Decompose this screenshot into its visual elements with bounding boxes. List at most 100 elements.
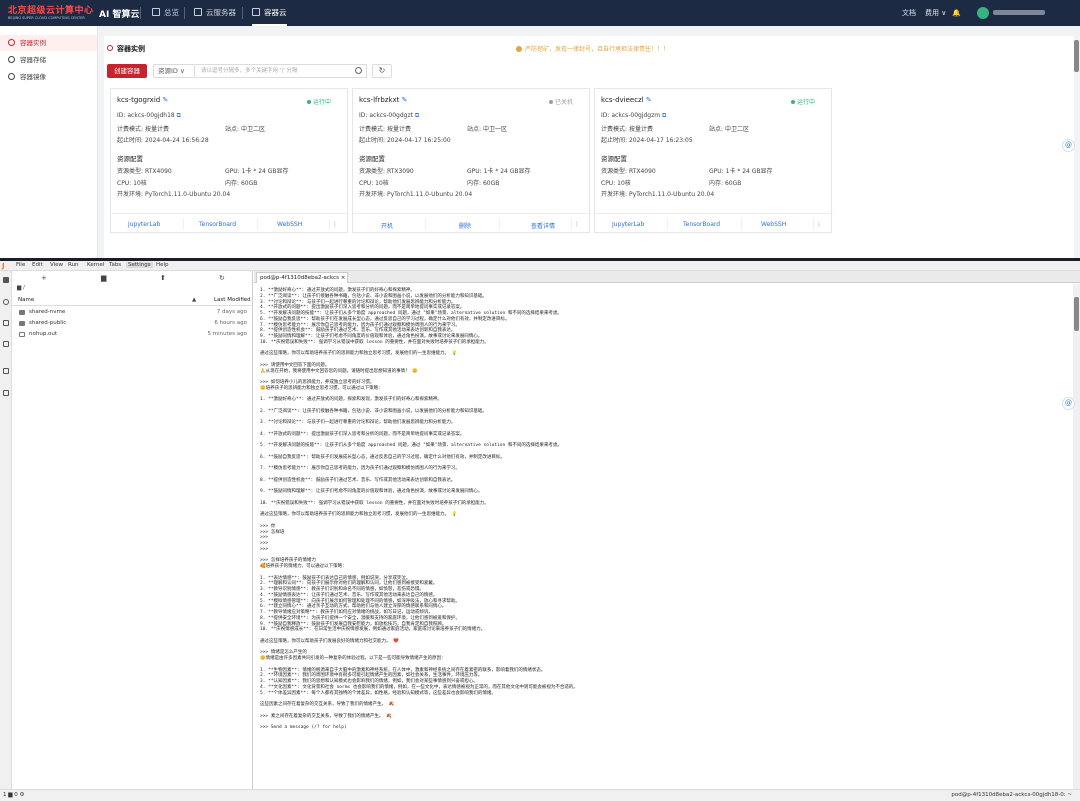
menu-view[interactable]: View [50,262,63,268]
copy-icon[interactable]: ⧉ [415,112,419,119]
divider [741,219,742,229]
extension-icon[interactable] [3,390,9,396]
running-icon[interactable] [3,299,9,305]
nav-overview[interactable]: 总览 [152,0,179,26]
tab-terminal[interactable]: pod@p-4f1310d8eba2-ackcs × [256,272,348,283]
terminal-scrollbar[interactable] [1073,284,1080,789]
new-folder-icon[interactable]: ▆ [101,274,106,282]
scrollbar-thumb[interactable] [1074,297,1079,331]
terminal-line: 🥰培养孩子的情绪力，可以通过以下策略： [260,564,347,569]
terminal-line: 10. **庆祝错误和失败**: 强调学习从错误中获取 lesson 的重要性，… [260,339,489,345]
gpu: GPU: 1卡 * 24 GB显存 [225,168,289,175]
refresh-button[interactable]: ↻ [372,64,392,78]
list-item[interactable]: shared-public 6 hours ago [12,319,253,329]
memory: 内存: 60GB [225,180,258,187]
refresh-icon[interactable]: ↻ [219,274,225,282]
assistant-float-icon[interactable]: @ [1062,397,1075,410]
copy-icon[interactable]: ⧉ [662,112,666,119]
sidebar-item-container-image[interactable]: 容器镜像 [0,69,97,85]
edit-icon[interactable]: ✎ [162,96,168,104]
instance-card: kcs-tgogrxid ✎ 运行中 ID: ackcs-00gjdh18 ⧉ … [110,88,349,234]
menu-kernel[interactable]: Kernel [87,262,104,268]
terminal-line: 10. **庆祝情感成长**: 在日常生活中庆祝情感发展，例如通过家庭活动，家庭… [260,627,486,633]
status-dot [791,100,795,104]
view-details-button[interactable]: 查看详情 [531,221,555,230]
page-scrollbar[interactable] [1074,40,1079,72]
sidebar-item-container-storage[interactable]: 容器存储 [0,52,97,68]
more-icon[interactable]: ⋮ [332,221,338,228]
menu-help[interactable]: Help [156,262,169,268]
chevron-down-icon: ∨ [180,67,185,75]
terminal-line: 这些因素之间存在着复杂的交互关系，导致了我们的情绪产生。 🍂 [260,702,395,707]
resource-type: 资源类型: RTX3090 [359,168,414,175]
billing-menu[interactable]: 费用 ∨ [925,0,946,26]
terminal-line: 通过这些策略，你可以帮助孩子们发展良好的情绪力和社交能力。 ❤️ [260,638,399,644]
menu-file[interactable]: File [16,262,25,268]
tabs-icon[interactable] [3,368,9,374]
terminal-line: >>> [260,546,269,552]
billing-mode: 计费模式: 按量计费 [117,126,169,133]
avatar[interactable] [977,7,989,19]
docs-link[interactable]: 文档 [902,0,916,26]
folder-icon[interactable] [3,277,9,283]
search-icon[interactable] [355,67,362,74]
menu-edit[interactable]: Edit [32,262,43,268]
column-name[interactable]: Name [18,297,34,303]
webssh-button[interactable]: WebSSH [761,221,786,228]
instance-name: kcs-dvieeczl ✎ [601,96,652,104]
nav-cloud-server[interactable]: 云服务器 [194,0,236,26]
site: 站点: 中卫一区 [467,126,507,133]
bell-icon[interactable]: 🔔 [952,0,961,26]
cpu: CPU: 10核 [117,180,147,187]
delete-button[interactable]: 删除 [459,221,471,230]
more-icon[interactable]: ⋮ [574,221,580,228]
status-right: pod@p-4f1310d8eba2-ackcs-00gjdh18-0: ~ [951,792,1072,798]
tensorboard-button[interactable]: TensorBoard [683,221,720,228]
column-last-modified[interactable]: Last Modified [214,297,251,303]
more-icon[interactable]: ⋮ [816,221,822,228]
card-actions: JupyterLab TensorBoard WebSSH ⋮ [111,213,349,234]
site: 站点: 中卫二区 [225,126,265,133]
power-on-button[interactable]: 开机 [381,221,393,230]
list-item[interactable]: shared-nvme 7 days ago [12,308,253,318]
divider [813,219,814,229]
nav-container-cloud[interactable]: 容器云 [252,0,287,26]
new-launcher-icon[interactable]: + [41,274,47,282]
assistant-float-icon[interactable]: @ [1062,139,1075,152]
copy-icon[interactable]: ⧉ [177,112,181,119]
menu-settings[interactable]: Settings [126,262,153,268]
title-icon [107,45,113,51]
filter-select[interactable]: 资源ID ∨ [153,64,195,78]
terminal-line: 6. **鼓励自我反思**: 帮助孩子们发展成长型心态，通过反思自己的学习过程，… [260,454,505,460]
server-icon [194,8,202,16]
upload-icon[interactable]: ⬆ [160,274,166,282]
jupyter-activity-bar [0,271,12,789]
user-account[interactable] [993,10,1045,15]
menu-tabs[interactable]: Tabs [109,262,121,268]
time-range: 起止时间: 2024-04-24 16:56:28 [117,137,209,144]
edit-icon[interactable]: ✎ [646,96,652,104]
resource-config-title: 资源配置 [359,155,385,163]
tensorboard-button[interactable]: TensorBoard [199,221,236,228]
edit-icon[interactable]: ✎ [402,96,408,104]
search-input[interactable]: 请以逗号分隔多，多个关键字用 '|' 分隔 [195,64,367,78]
jupyter-menubar: J File Edit View Run Kernel Tabs Setting… [0,261,1080,271]
terminal-line: 2. **广泛阅读**: 让孩子们接触各种书籍，包括小说、非小说和图画小说，以发… [260,408,487,414]
commands-icon[interactable] [3,320,9,326]
list-item[interactable]: nohup.out 5 minutes ago [12,330,253,340]
webssh-button[interactable]: WebSSH [277,221,302,228]
instance-name: kcs-lfrbzkxt ✎ [359,96,408,104]
memory: 内存: 60GB [709,180,742,187]
menu-run[interactable]: Run [68,262,79,268]
create-container-button[interactable]: 创建容器 [107,64,147,78]
terminal-output[interactable]: 1. **激励好奇心**: 通过开放式的问题，激发孩子们的好奇心和探索精神。 2.… [255,284,1073,789]
logo-text: 北京超级云计算中心 [8,6,94,16]
terminal-line: 通过这些策略，你可以帮助培养孩子们的思辨能力和独立思考习惯，发展他们的一生思维能… [260,351,458,357]
breadcrumb[interactable]: ▆ / [17,285,25,291]
bscc-logo[interactable]: 北京超级云计算中心 BEIJING SUPER CLOUD COMPUTING … [8,3,96,23]
sidebar-item-container-instance[interactable]: 容器实例 [0,35,97,51]
git-icon[interactable] [3,341,9,347]
jupyterlab-button[interactable]: JupyterLab [128,221,160,228]
page-title: 容器实例 [117,45,145,53]
jupyterlab-button[interactable]: JupyterLab [612,221,644,228]
